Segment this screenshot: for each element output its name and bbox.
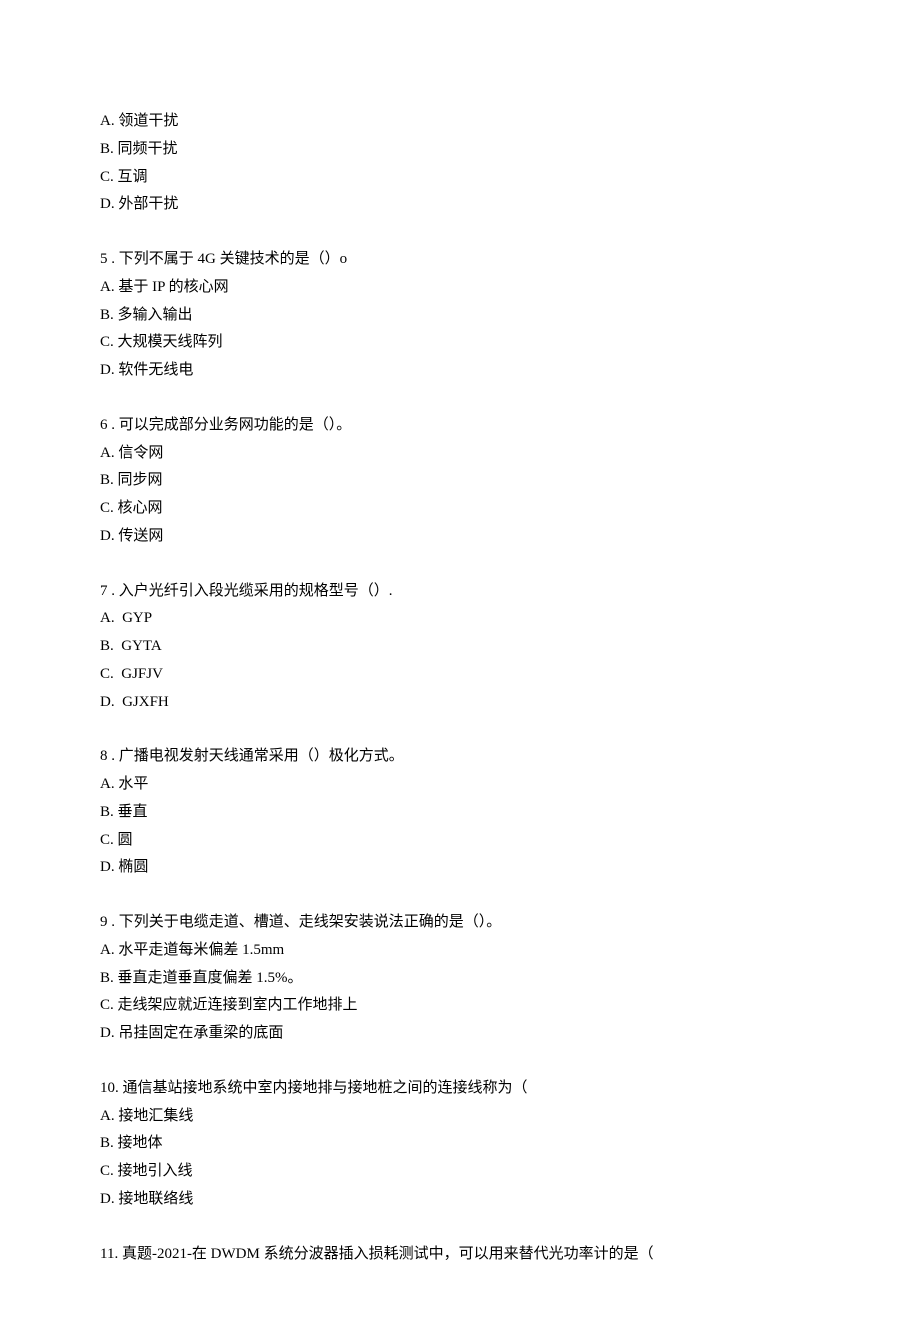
q8-option-d: D. 椭圆 [100,854,820,882]
q10-stem: 10. 通信基站接地系统中室内接地排与接地桩之间的连接线称为（ [100,1075,820,1103]
question-10: 10. 通信基站接地系统中室内接地排与接地桩之间的连接线称为（ A. 接地汇集线… [100,1075,820,1214]
q7-option-d: D. GJXFH [100,689,820,717]
q9-stem: 9 . 下列关于电缆走道、槽道、走线架安装说法正确的是（）。 [100,909,820,937]
q5-stem: 5 . 下列不属于 4G 关键技术的是（）o [100,246,820,274]
q9-option-a: A. 水平走道每米偏差 1.5mm [100,937,820,965]
q6-option-b: B. 同步网 [100,467,820,495]
q6-stem: 6 . 可以完成部分业务网功能的是（）。 [100,412,820,440]
question-11: 11. 真题-2021-在 DWDM 系统分波器插入损耗测试中，可以用来替代光功… [100,1241,820,1269]
q6-option-d: D. 传送网 [100,523,820,551]
q7-option-b: B. GYTA [100,633,820,661]
q10-option-a: A. 接地汇集线 [100,1103,820,1131]
q9-option-d: D. 吊挂固定在承重梁的底面 [100,1020,820,1048]
q8-option-b: B. 垂直 [100,799,820,827]
q7-stem: 7 . 入户光纤引入段光缆采用的规格型号（）. [100,578,820,606]
question-8: 8 . 广播电视发射天线通常采用（）极化方式。 A. 水平 B. 垂直 C. 圆… [100,743,820,882]
q7-option-a: A. GYP [100,605,820,633]
question-7: 7 . 入户光纤引入段光缆采用的规格型号（）. A. GYP B. GYTA C… [100,578,820,717]
q4-option-c: C. 互调 [100,164,820,192]
q4-option-d: D. 外部干扰 [100,191,820,219]
q11-stem: 11. 真题-2021-在 DWDM 系统分波器插入损耗测试中，可以用来替代光功… [100,1241,820,1269]
q10-option-d: D. 接地联络线 [100,1186,820,1214]
question-6: 6 . 可以完成部分业务网功能的是（）。 A. 信令网 B. 同步网 C. 核心… [100,412,820,551]
q4-option-b: B. 同频干扰 [100,136,820,164]
q4-option-a: A. 领道干扰 [100,108,820,136]
q9-option-b: B. 垂直走道垂直度偏差 1.5%。 [100,965,820,993]
q8-option-c: C. 圆 [100,827,820,855]
q5-option-b: B. 多输入输出 [100,302,820,330]
question-9: 9 . 下列关于电缆走道、槽道、走线架安装说法正确的是（）。 A. 水平走道每米… [100,909,820,1048]
q7-option-c: C. GJFJV [100,661,820,689]
question-5: 5 . 下列不属于 4G 关键技术的是（）o A. 基于 IP 的核心网 B. … [100,246,820,385]
q5-option-c: C. 大规模天线阵列 [100,329,820,357]
q8-option-a: A. 水平 [100,771,820,799]
q10-option-c: C. 接地引入线 [100,1158,820,1186]
q5-option-d: D. 软件无线电 [100,357,820,385]
q9-option-c: C. 走线架应就近连接到室内工作地排上 [100,992,820,1020]
question-4-options: A. 领道干扰 B. 同频干扰 C. 互调 D. 外部干扰 [100,108,820,219]
q8-stem: 8 . 广播电视发射天线通常采用（）极化方式。 [100,743,820,771]
q6-option-a: A. 信令网 [100,440,820,468]
document-page: A. 领道干扰 B. 同频干扰 C. 互调 D. 外部干扰 5 . 下列不属于 … [0,0,920,1318]
q6-option-c: C. 核心网 [100,495,820,523]
q10-option-b: B. 接地体 [100,1130,820,1158]
q5-option-a: A. 基于 IP 的核心网 [100,274,820,302]
